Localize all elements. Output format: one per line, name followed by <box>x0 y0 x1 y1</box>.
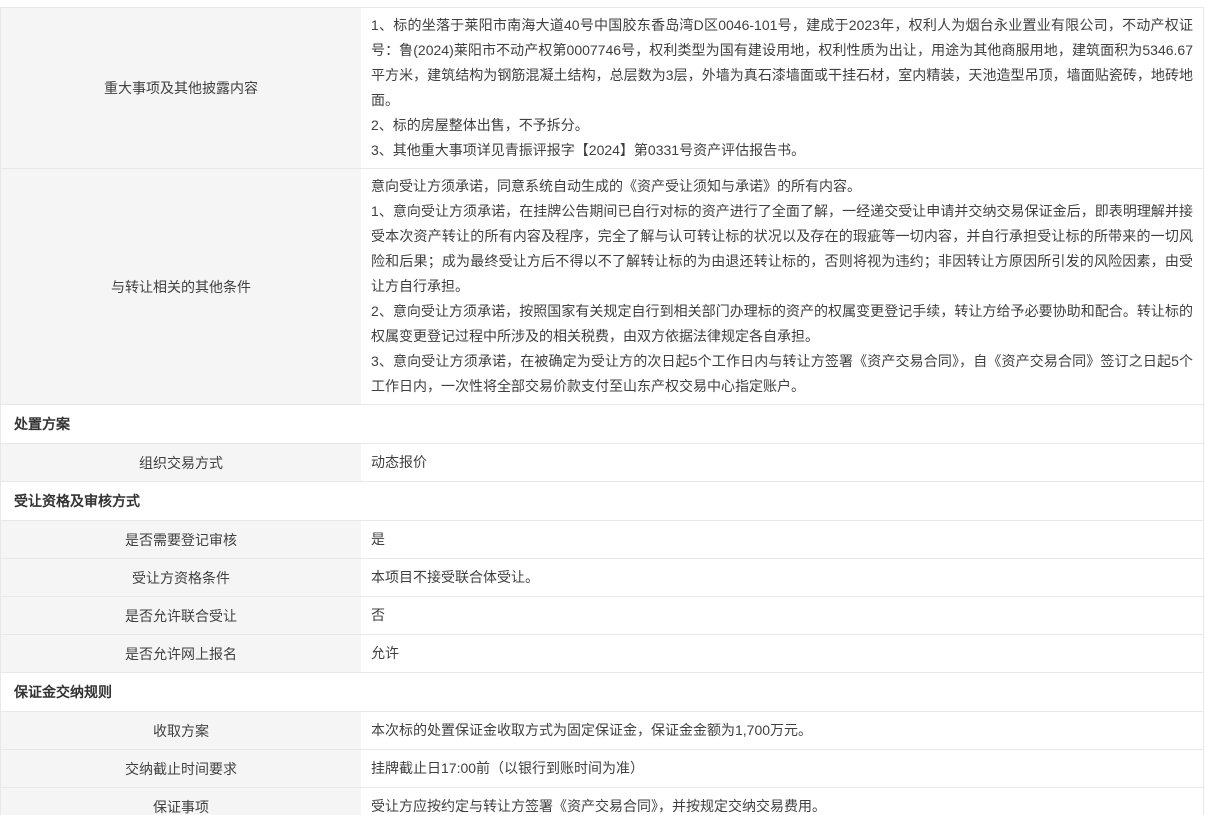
listing-detail-page: 重大事项及其他披露内容 1、标的坐落于莱阳市南海大道40号中国胶东香岛湾D区00… <box>0 0 1206 815</box>
row-label: 重大事项及其他披露内容 <box>1 8 361 168</box>
paragraph: 2、标的房屋整体出售，不予拆分。 <box>371 113 1193 138</box>
row-label: 保证事项 <box>1 788 361 815</box>
row-label: 受让方资格条件 <box>1 559 361 596</box>
row-label: 是否需要登记审核 <box>1 521 361 558</box>
table-row-major-matters: 重大事项及其他披露内容 1、标的坐落于莱阳市南海大道40号中国胶东香岛湾D区00… <box>1 8 1203 169</box>
table-row-deposit-collection: 收取方案 本次标的处置保证金收取方式为固定保证金，保证金金额为1,700万元。 <box>1 712 1203 750</box>
paragraph: 意向受让方须承诺，同意系统自动生成的《资产受让须知与承诺》的所有内容。 <box>371 174 1193 199</box>
row-label: 组织交易方式 <box>1 444 361 481</box>
table-row-online-registration: 是否允许网上报名 允许 <box>1 635 1203 673</box>
row-label: 与转让相关的其他条件 <box>1 169 361 404</box>
table-row-transferee-conditions: 受让方资格条件 本项目不接受联合体受让。 <box>1 559 1203 597</box>
paragraph: 允许 <box>371 641 1193 666</box>
paragraph: 本项目不接受联合体受让。 <box>371 565 1193 590</box>
section-header-transferee-qualification: 受让资格及审核方式 <box>1 482 1203 521</box>
table-row-guarantee-matters: 保证事项 受让方应按约定与转让方签署《资产交易合同》，并按规定交纳交易费用。 <box>1 788 1203 815</box>
row-value: 否 <box>361 597 1203 634</box>
paragraph: 3、其他重大事项详见青振评报字【2024】第0331号资产评估报告书。 <box>371 138 1193 163</box>
row-value: 受让方应按约定与转让方签署《资产交易合同》，并按规定交纳交易费用。 <box>361 788 1203 815</box>
paragraph: 1、标的坐落于莱阳市南海大道40号中国胶东香岛湾D区0046-101号，建成于2… <box>371 13 1193 113</box>
table-row-trade-method: 组织交易方式 动态报价 <box>1 444 1203 482</box>
paragraph: 1、意向受让方须承诺，在挂牌公告期间已自行对标的资产进行了全面了解，一经递交受让… <box>371 199 1193 299</box>
row-value: 允许 <box>361 635 1203 672</box>
row-value: 本项目不接受联合体受让。 <box>361 559 1203 596</box>
row-value: 意向受让方须承诺，同意系统自动生成的《资产受让须知与承诺》的所有内容。 1、意向… <box>361 169 1203 404</box>
table-row-registration-review: 是否需要登记审核 是 <box>1 521 1203 559</box>
row-label: 交纳截止时间要求 <box>1 750 361 787</box>
table-row-joint-transfer: 是否允许联合受让 否 <box>1 597 1203 635</box>
paragraph: 3、意向受让方须承诺，在被确定为受让方的次日起5个工作日内与转让方签署《资产交易… <box>371 349 1193 399</box>
row-value: 本次标的处置保证金收取方式为固定保证金，保证金金额为1,700万元。 <box>361 712 1203 749</box>
row-value: 1、标的坐落于莱阳市南海大道40号中国胶东香岛湾D区0046-101号，建成于2… <box>361 8 1203 168</box>
row-value: 是 <box>361 521 1203 558</box>
paragraph: 挂牌截止日17:00前（以银行到账时间为准） <box>371 756 1193 781</box>
table-row-transfer-conditions: 与转让相关的其他条件 意向受让方须承诺，同意系统自动生成的《资产受让须知与承诺》… <box>1 169 1203 405</box>
row-value: 动态报价 <box>361 444 1203 481</box>
row-label: 收取方案 <box>1 712 361 749</box>
row-label: 是否允许联合受让 <box>1 597 361 634</box>
paragraph: 2、意向受让方须承诺，按照国家有关规定自行到相关部门办理标的资产的权属变更登记手… <box>371 299 1193 349</box>
paragraph: 本次标的处置保证金收取方式为固定保证金，保证金金额为1,700万元。 <box>371 718 1193 743</box>
paragraph: 动态报价 <box>371 450 1193 475</box>
paragraph: 受让方应按约定与转让方签署《资产交易合同》，并按规定交纳交易费用。 <box>371 794 1193 815</box>
section-header-deposit-rules: 保证金交纳规则 <box>1 673 1203 712</box>
section-header-disposal-plan: 处置方案 <box>1 405 1203 444</box>
row-label: 是否允许网上报名 <box>1 635 361 672</box>
paragraph: 是 <box>371 527 1193 552</box>
paragraph: 否 <box>371 603 1193 628</box>
section-title: 处置方案 <box>14 414 70 434</box>
table-row-payment-deadline: 交纳截止时间要求 挂牌截止日17:00前（以银行到账时间为准） <box>1 750 1203 788</box>
row-value: 挂牌截止日17:00前（以银行到账时间为准） <box>361 750 1203 787</box>
section-title: 受让资格及审核方式 <box>14 491 140 511</box>
disclosure-table: 重大事项及其他披露内容 1、标的坐落于莱阳市南海大道40号中国胶东香岛湾D区00… <box>0 7 1204 815</box>
section-title: 保证金交纳规则 <box>14 682 112 702</box>
